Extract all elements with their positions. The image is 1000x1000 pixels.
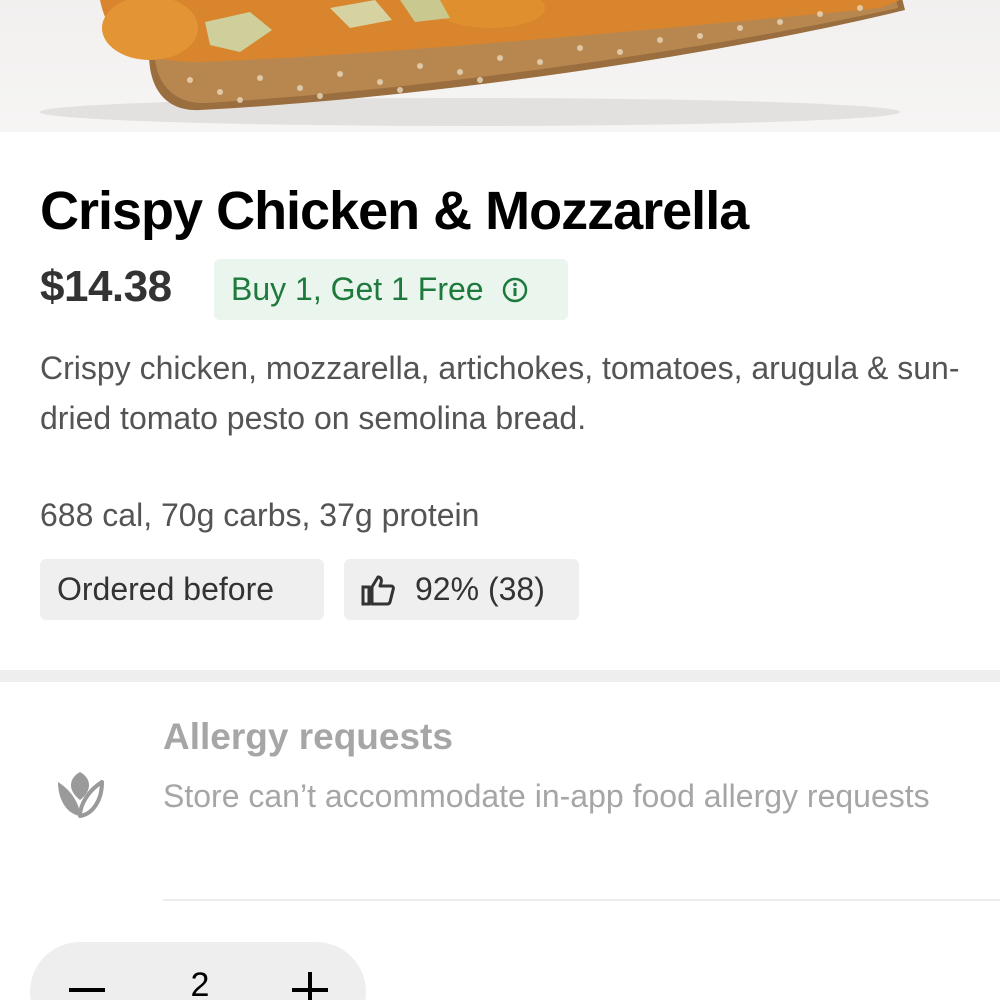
minus-icon[interactable] (67, 970, 107, 1000)
plus-icon[interactable] (290, 970, 330, 1000)
leaf-icon (55, 770, 105, 823)
quantity-value: 2 (190, 966, 210, 1000)
thumbs-up-icon (361, 574, 395, 606)
info-icon[interactable] (502, 277, 528, 303)
ordered-before-tag: Ordered before (40, 559, 324, 620)
row-divider (163, 899, 1000, 901)
nutrition-info: 688 cal, 70g carbs, 37g protein (40, 497, 480, 533)
item-price: $14.38 (40, 262, 172, 311)
item-description: Crispy chicken, mozzarella, artichokes, … (40, 350, 960, 436)
ordered-before-label: Ordered before (57, 571, 275, 607)
rating-value: 92% (38) (415, 571, 545, 607)
rating-tag: 92% (38) (344, 559, 579, 620)
quantity-stepper: 2 (30, 942, 366, 1000)
allergy-description: Store can’t accommodate in-app food alle… (163, 778, 930, 814)
promo-label: Buy 1, Get 1 Free (231, 271, 484, 307)
section-divider (0, 670, 1000, 682)
item-photo (0, 0, 1000, 132)
allergy-title: Allergy requests (163, 716, 453, 757)
promo-badge[interactable]: Buy 1, Get 1 Free (214, 259, 568, 320)
item-title: Crispy Chicken & Mozzarella (40, 181, 749, 241)
